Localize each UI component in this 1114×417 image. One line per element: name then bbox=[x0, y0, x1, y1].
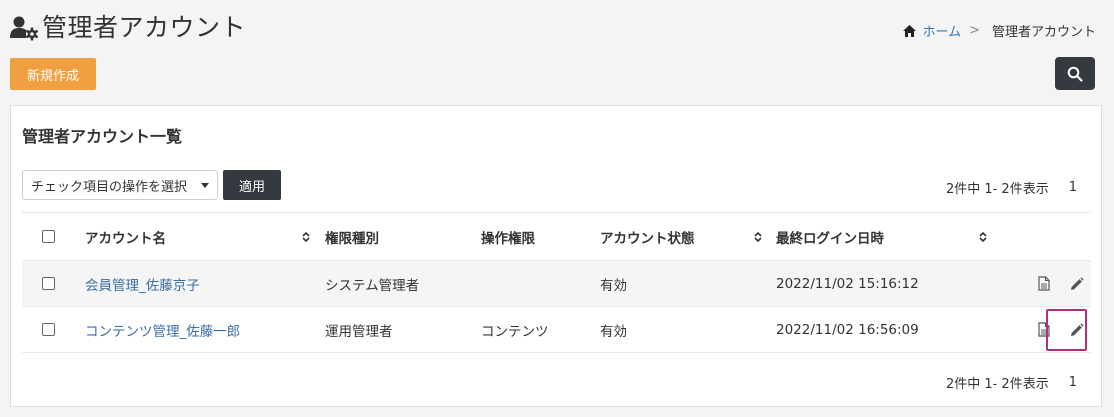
apply-button[interactable]: 適用 bbox=[223, 170, 281, 200]
select-all-checkbox[interactable] bbox=[42, 230, 55, 243]
user-gear-icon bbox=[10, 16, 39, 41]
pencil-icon[interactable] bbox=[1070, 276, 1084, 291]
document-icon[interactable] bbox=[1038, 276, 1050, 291]
row-checkbox[interactable] bbox=[42, 277, 55, 290]
column-header-last-login: 最終ログイン日時 bbox=[776, 230, 884, 247]
card-title: 管理者アカウント一覧 bbox=[22, 127, 183, 146]
table-header-row: アカウント名 権限種別 操作権限 アカウント状態 最終ログイン日時 bbox=[22, 213, 1091, 261]
column-header-role: 権限種別 bbox=[325, 230, 379, 247]
column-header-account-name: アカウント名 bbox=[85, 230, 166, 247]
page-title: 管理者アカウント bbox=[42, 13, 247, 42]
sort-icon[interactable] bbox=[979, 213, 987, 260]
home-icon bbox=[903, 24, 917, 37]
breadcrumb-current: 管理者アカウント bbox=[991, 25, 1096, 40]
account-list-card: 管理者アカウント一覧 チェック項目の操作を選択 適用 2件中 1- 2件表示 1… bbox=[10, 105, 1102, 407]
pager-top: 2件中 1- 2件表示 1 bbox=[946, 178, 1077, 197]
breadcrumb: ホーム > 管理者アカウント bbox=[903, 21, 1096, 40]
bulk-action-label: チェック項目の操作を選択 bbox=[31, 179, 188, 195]
permission-cell: コンテンツ bbox=[481, 323, 549, 340]
table-row: コンテンツ管理_佐藤一郎 運用管理者 コンテンツ 有効 2022/11/02 1… bbox=[22, 307, 1091, 353]
last-login-cell: 2022/11/02 16:56:09 bbox=[776, 321, 919, 338]
new-button[interactable]: 新規作成 bbox=[10, 58, 96, 90]
status-cell: 有効 bbox=[600, 277, 627, 294]
row-checkbox[interactable] bbox=[42, 323, 55, 336]
status-cell: 有効 bbox=[600, 323, 627, 340]
column-header-status: アカウント状態 bbox=[600, 230, 695, 247]
account-table: アカウント名 権限種別 操作権限 アカウント状態 最終ログイン日時 会員管理_佐… bbox=[22, 212, 1091, 353]
column-header-permission: 操作権限 bbox=[481, 230, 535, 247]
search-button[interactable] bbox=[1055, 57, 1095, 90]
account-name-link[interactable]: コンテンツ管理_佐藤一郎 bbox=[85, 320, 240, 340]
caret-down-icon bbox=[201, 182, 209, 188]
pager-page-link[interactable]: 1 bbox=[1069, 180, 1077, 195]
breadcrumb-home-link[interactable]: ホーム bbox=[922, 21, 961, 40]
edit-highlight-box bbox=[1046, 309, 1087, 351]
pager-page-link[interactable]: 1 bbox=[1069, 375, 1077, 390]
bulk-action-select[interactable]: チェック項目の操作を選択 bbox=[22, 170, 218, 200]
sort-icon[interactable] bbox=[302, 213, 310, 260]
sort-icon[interactable] bbox=[754, 213, 762, 260]
account-name-link[interactable]: 会員管理_佐藤京子 bbox=[85, 274, 200, 294]
pager-bottom: 2件中 1- 2件表示 1 bbox=[946, 373, 1077, 392]
last-login-cell: 2022/11/02 15:16:12 bbox=[776, 275, 919, 292]
pager-summary: 2件中 1- 2件表示 bbox=[945, 182, 1049, 197]
role-cell: システム管理者 bbox=[325, 277, 420, 294]
role-cell: 運用管理者 bbox=[325, 323, 393, 340]
search-icon bbox=[1067, 66, 1083, 82]
pager-summary: 2件中 1- 2件表示 bbox=[945, 377, 1049, 392]
table-row: 会員管理_佐藤京子 システム管理者 有効 2022/11/02 15:16:12 bbox=[22, 261, 1091, 307]
breadcrumb-separator: > bbox=[969, 23, 980, 38]
